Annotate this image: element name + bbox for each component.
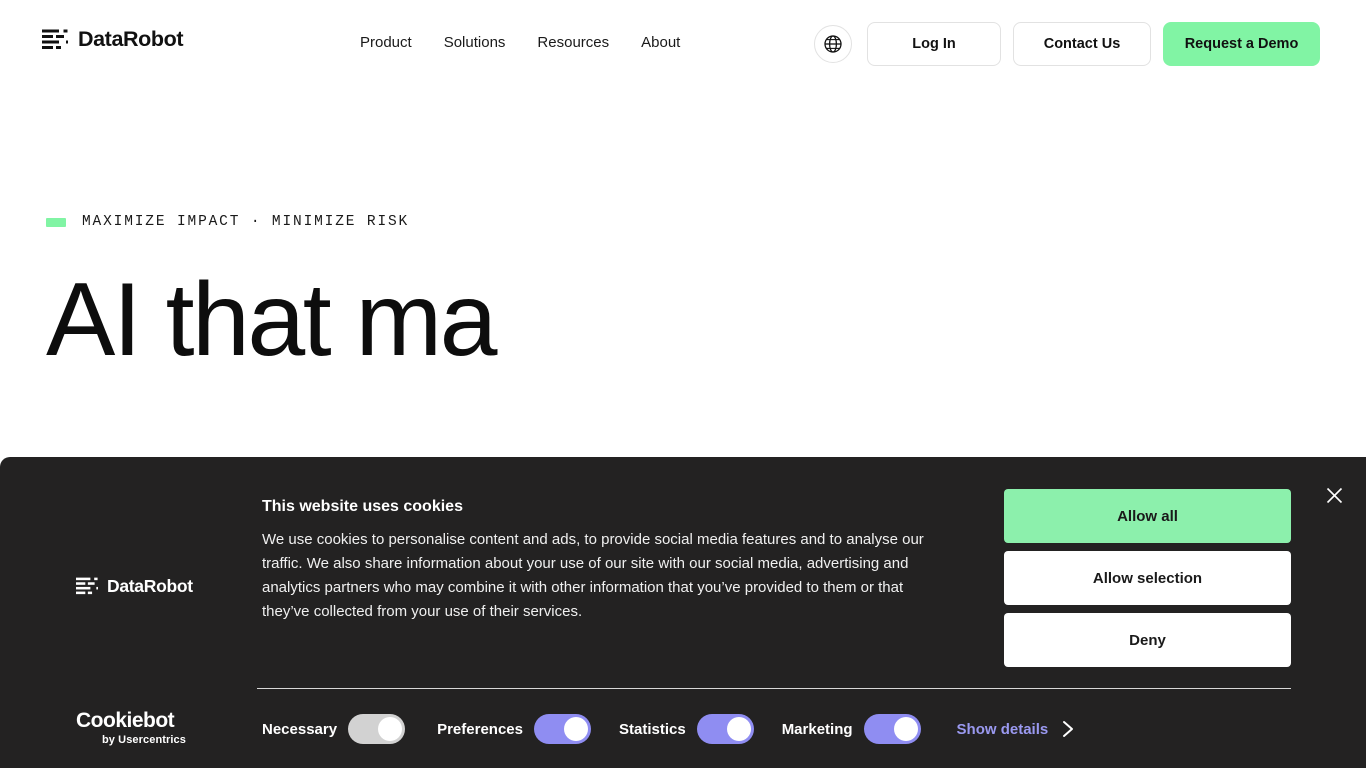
consent-toggle-necessary xyxy=(348,714,406,744)
toggle-knob xyxy=(378,717,403,741)
datarobot-bars-icon xyxy=(42,29,68,49)
header-actions: Log In Contact Us Request a Demo xyxy=(814,22,1320,66)
nav-item-product[interactable]: Product xyxy=(360,33,412,53)
consent-category-marketing: Marketing xyxy=(782,714,921,744)
nav-item-resources[interactable]: Resources xyxy=(537,33,609,53)
show-details-label: Show details xyxy=(956,720,1049,738)
consent-label-preferences: Preferences xyxy=(437,720,523,738)
cookie-banner-description: We use cookies to personalise content an… xyxy=(262,531,924,620)
nav-item-about[interactable]: About xyxy=(641,33,680,53)
login-button[interactable]: Log In xyxy=(867,22,1001,66)
consent-toggle-statistics[interactable] xyxy=(696,714,754,744)
cookie-banner-brand-name: DataRobot xyxy=(107,575,193,596)
toggle-knob xyxy=(726,717,751,741)
allow-all-button[interactable]: Allow all xyxy=(1004,489,1291,543)
globe-icon xyxy=(824,35,842,53)
consent-toggle-preferences[interactable] xyxy=(533,714,591,744)
cookiebot-tagline: by Usercentrics xyxy=(101,734,186,746)
site-header: DataRobot Product Solutions Resources Ab… xyxy=(0,0,1366,88)
cookie-banner-close-button[interactable] xyxy=(1319,480,1349,510)
eyebrow-accent-dash xyxy=(46,217,66,227)
hero-section: MAXIMIZE IMPACT · MINIMIZE RISK AI that … xyxy=(46,210,1246,374)
consent-category-statistics: Statistics xyxy=(619,714,754,744)
hero-headline: AI that ma xyxy=(46,262,498,378)
cookiebot-name: Cookiebot xyxy=(76,709,175,732)
toggle-knob xyxy=(893,717,918,741)
brand-name: DataRobot xyxy=(78,27,184,52)
cookie-banner-divider xyxy=(257,688,1291,689)
consent-label-marketing: Marketing xyxy=(781,720,853,738)
cookiebot-provider-logo[interactable]: Cookiebot by Usercentrics xyxy=(76,710,186,746)
cookie-banner-heading: This website uses cookies xyxy=(262,498,463,515)
toggle-knob xyxy=(563,717,588,741)
consent-label-statistics: Statistics xyxy=(618,720,686,738)
cookie-consent-toggles: Necessary Preferences Statistics Marketi… xyxy=(262,712,1074,746)
cookie-banner-text-block: This website uses cookies We use cookies… xyxy=(262,496,952,624)
consent-category-preferences: Preferences xyxy=(437,714,591,744)
language-selector-button[interactable] xyxy=(814,25,852,63)
consent-label-necessary: Necessary xyxy=(262,720,338,738)
nav-item-solutions[interactable]: Solutions xyxy=(444,33,506,53)
eyebrow-text: MAXIMIZE IMPACT · MINIMIZE RISK xyxy=(82,214,410,230)
main-navigation: Product Solutions Resources About xyxy=(360,33,680,53)
contact-us-button[interactable]: Contact Us xyxy=(1013,22,1151,66)
hero-eyebrow: MAXIMIZE IMPACT · MINIMIZE RISK xyxy=(46,210,1246,234)
show-details-link[interactable]: Show details xyxy=(957,720,1075,738)
allow-selection-button[interactable]: Allow selection xyxy=(1004,551,1291,605)
cookie-banner-brand-logo: DataRobot xyxy=(76,577,193,596)
consent-toggle-marketing[interactable] xyxy=(863,714,921,744)
chevron-right-icon xyxy=(1063,721,1074,737)
close-icon xyxy=(1326,487,1342,503)
cookie-banner-actions: Allow all Allow selection Deny xyxy=(1004,489,1291,667)
request-demo-button[interactable]: Request a Demo xyxy=(1163,22,1320,66)
datarobot-bars-icon xyxy=(76,577,98,595)
deny-button[interactable]: Deny xyxy=(1004,613,1291,667)
consent-category-necessary: Necessary xyxy=(262,714,406,744)
brand-logo[interactable]: DataRobot xyxy=(42,29,183,51)
